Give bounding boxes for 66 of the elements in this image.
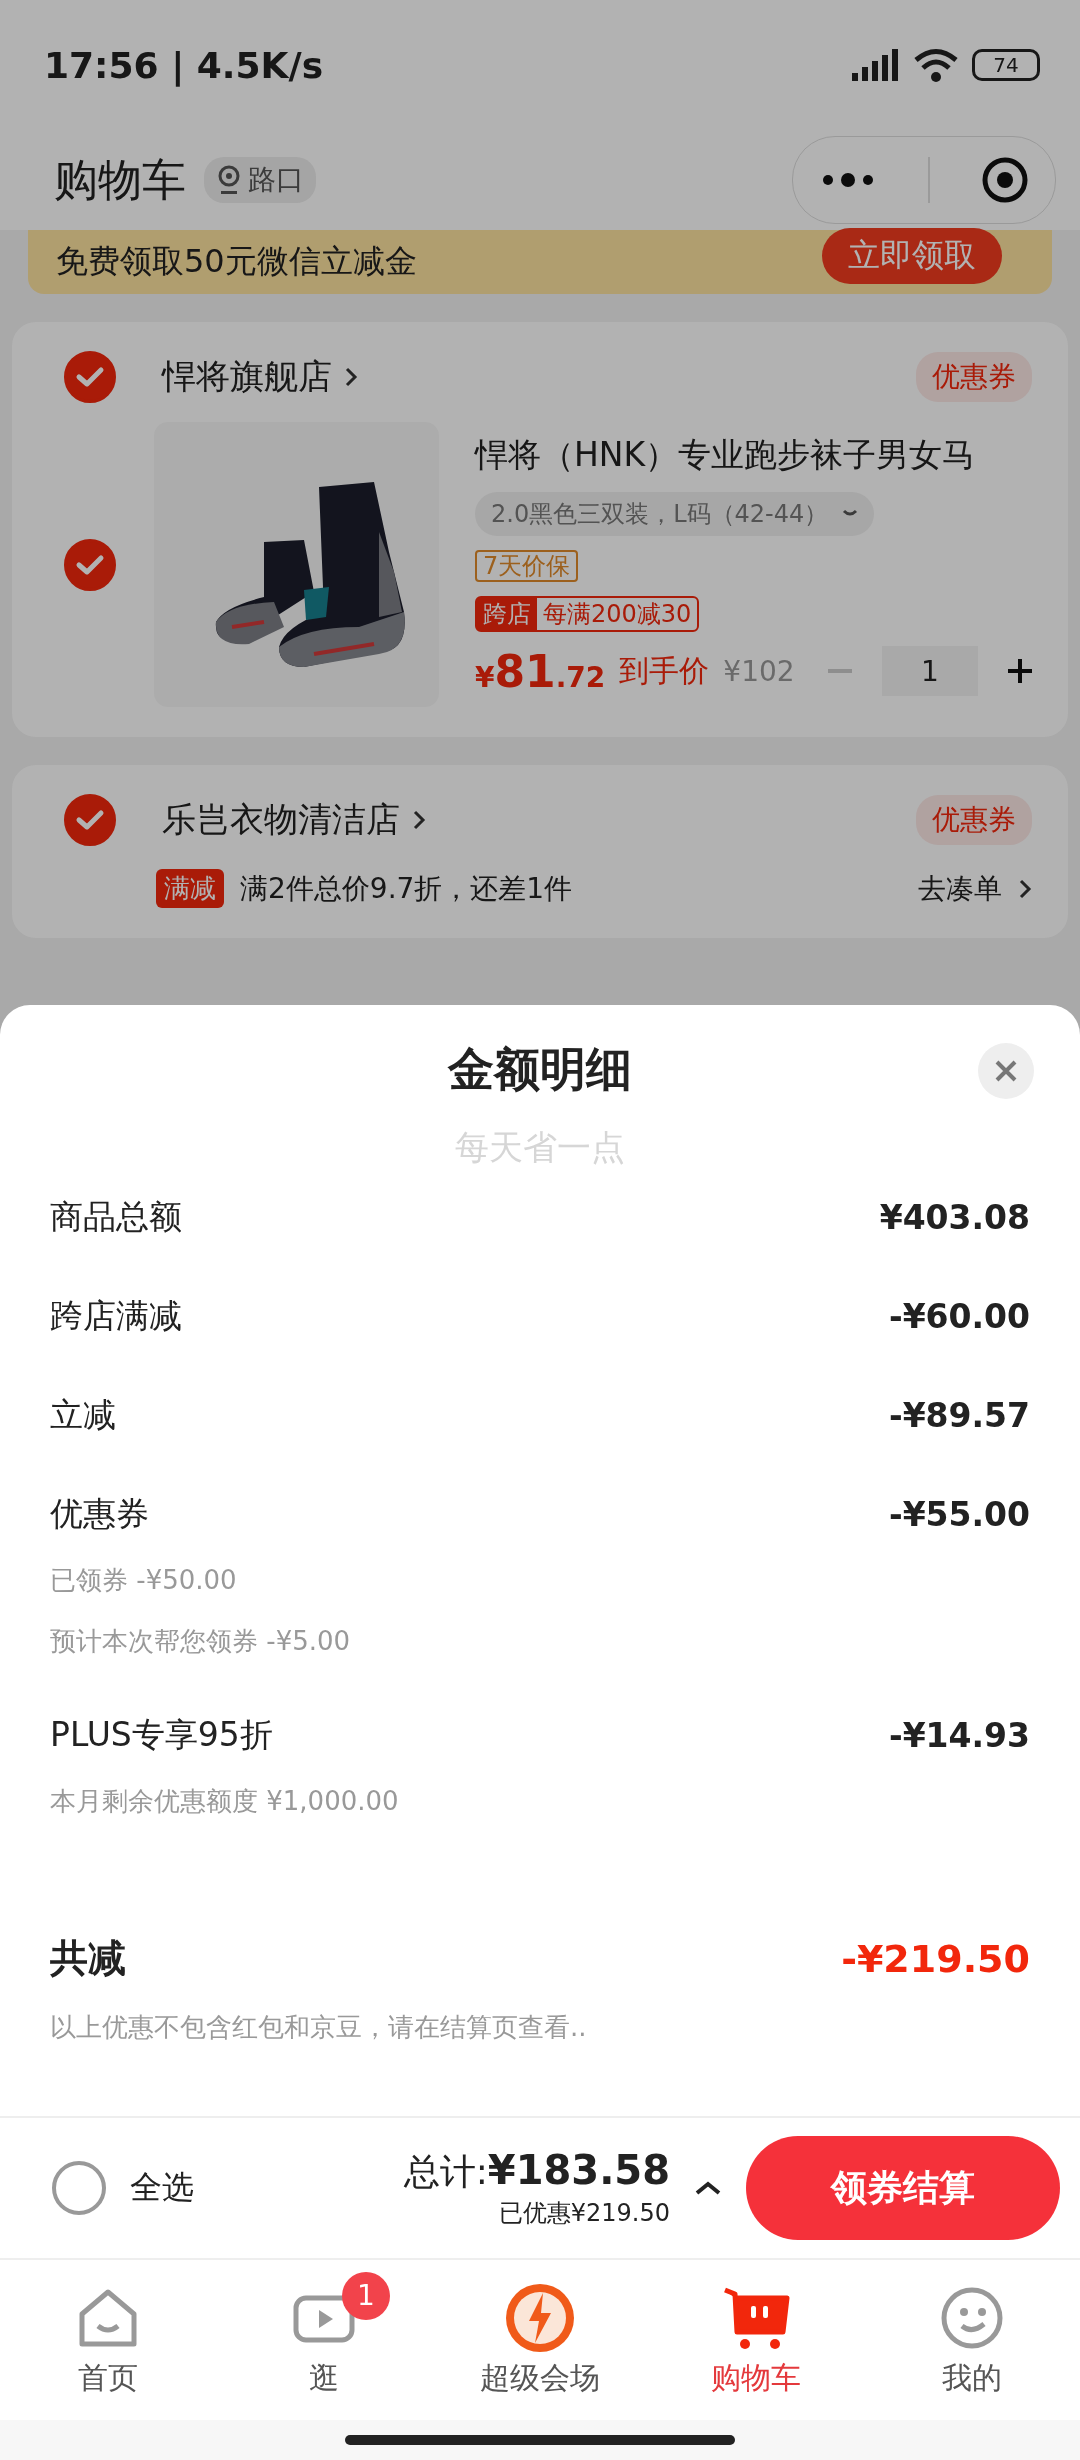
detail-note: 本月剩余优惠额度 ¥1,000.00 — [50, 1785, 400, 1818]
detail-note: 已领券 -¥50.00 — [50, 1564, 238, 1597]
store-name[interactable]: 乐岂衣物清洁店 — [162, 797, 400, 843]
close-program-icon[interactable] — [980, 155, 1030, 205]
store-name[interactable]: 悍将旗舰店 — [162, 354, 332, 400]
select-all-label: 全选 — [130, 2167, 194, 2208]
total-label: 总计: — [403, 2150, 488, 2194]
checkout-button[interactable]: 领券结算 — [746, 2136, 1060, 2240]
detail-amount: ¥403.08 — [879, 1198, 1030, 1237]
page-title: 购物车 — [54, 152, 186, 207]
deal-text: 满2件总价9.7折，还差1件 — [240, 870, 573, 907]
tab-item[interactable]: 我的 — [864, 2260, 1080, 2420]
add-items-link[interactable]: 去凑单 — [918, 869, 1002, 908]
checkmark-icon — [75, 552, 105, 577]
product-checkbox[interactable] — [64, 538, 116, 591]
select-all-checkbox[interactable] — [52, 2161, 106, 2215]
tab-item[interactable]: 首页 — [0, 2260, 216, 2420]
promo-text: 每满200减30 — [542, 598, 693, 630]
promo-text: 免费领取50元微信立减金 — [56, 241, 417, 282]
smiley-icon — [940, 2285, 1004, 2350]
price-guarantee-tag: 7天价保 — [475, 549, 579, 582]
deal-tag: 满减 — [156, 869, 224, 908]
lightning-badge-icon — [505, 2282, 575, 2353]
detail-amount: -¥55.00 — [888, 1495, 1030, 1534]
chevron-right-icon — [1018, 877, 1032, 900]
detail-label: 优惠券 — [50, 1493, 149, 1535]
chevron-right-icon — [412, 809, 426, 831]
detail-label: PLUS专享95折 — [50, 1714, 273, 1756]
store-checkbox[interactable] — [64, 351, 116, 403]
detail-label: 商品总额 — [50, 1196, 182, 1238]
saved-amount: 已优惠¥219.50 — [498, 2198, 670, 2229]
detail-label: 立减 — [50, 1394, 116, 1436]
detail-label: 跨店满减 — [50, 1295, 182, 1337]
status-time: 17:56 | 4.5K/s — [44, 44, 324, 86]
final-price: ¥81.72 — [475, 645, 606, 697]
notification-badge: 1 — [342, 2271, 390, 2320]
store-checkbox[interactable] — [64, 794, 116, 846]
tab-item[interactable]: 1 逛 — [216, 2260, 432, 2420]
detail-note: 预计本次帮您领券 -¥5.00 — [50, 1625, 352, 1658]
caret-up-icon[interactable] — [694, 2180, 722, 2196]
checkmark-icon — [75, 365, 105, 389]
battery-level: 74 — [993, 53, 1019, 77]
wifi-icon — [912, 47, 960, 83]
location-chip[interactable]: 路口 — [204, 157, 316, 203]
price-label: 到手价 — [619, 651, 710, 690]
location-pin-icon — [216, 165, 242, 195]
detail-amount: -¥14.93 — [888, 1716, 1030, 1755]
checkmark-icon — [75, 808, 105, 832]
sheet-title: 金额明细 — [448, 1041, 632, 1098]
original-price: ¥102 — [723, 654, 795, 688]
tab-item[interactable]: 超级会场 — [432, 2260, 648, 2420]
tab-item[interactable]: 购物车 — [648, 2260, 864, 2420]
total-amount: ¥183.58 — [487, 2147, 670, 2193]
promo-label: 跨店 — [477, 597, 537, 630]
discount-note: 以上优惠不包含红包和京豆，请在结算页查看.. — [50, 2011, 588, 2044]
total-discount-label: 共减 — [50, 1935, 126, 1982]
plus-icon[interactable] — [1008, 659, 1032, 683]
close-icon[interactable] — [978, 1043, 1034, 1099]
signal-icon — [850, 47, 900, 83]
quantity-field[interactable]: 1 — [882, 646, 978, 696]
cart-icon — [721, 2285, 791, 2350]
product-title[interactable]: 悍将（HNK）专业跑步袜子男女马 — [475, 432, 976, 478]
total-discount-amount: -¥219.50 — [841, 1936, 1030, 1981]
detail-amount: -¥89.57 — [888, 1396, 1030, 1435]
chevron-right-icon — [344, 366, 358, 388]
detail-amount: -¥60.00 — [888, 1297, 1030, 1336]
